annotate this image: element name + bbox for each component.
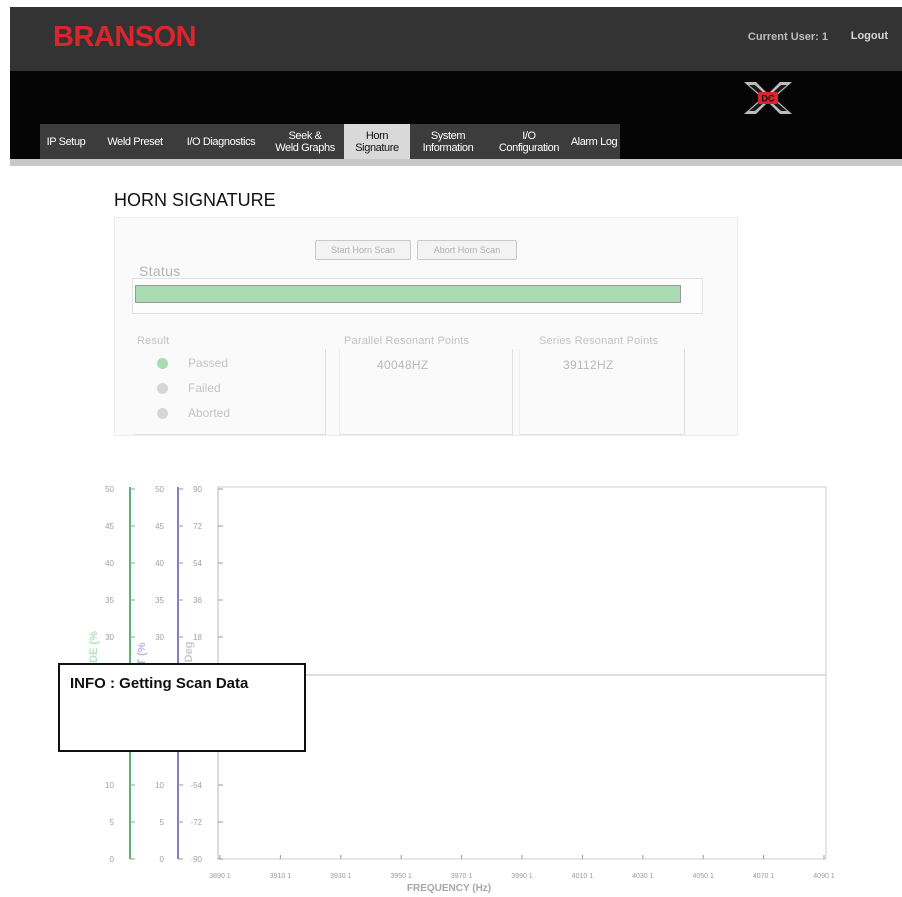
phase-tick-label: -90 — [190, 855, 202, 864]
amplitude-tick-label: 40 — [105, 559, 114, 568]
x-tick-label: 3990 1 — [511, 873, 533, 880]
amplitude-tick-label: 50 — [105, 485, 114, 494]
x-tick-label: 4030 1 — [632, 873, 654, 880]
phase-tick-label: 54 — [193, 559, 202, 568]
phase-tick-label: 36 — [193, 596, 202, 605]
amplitude-tick-label: 35 — [105, 596, 114, 605]
current-tick-label: 50 — [155, 485, 164, 494]
current-tick-label: 45 — [155, 522, 164, 531]
amplitude-tick-label: 30 — [105, 633, 114, 642]
amplitude-tick-label: 45 — [105, 522, 114, 531]
phase-tick-label: 90 — [193, 485, 202, 494]
current-tick-label: 0 — [160, 855, 165, 864]
amplitude-tick-label: 0 — [110, 855, 115, 864]
current-tick-label: 10 — [155, 781, 164, 790]
x-tick-label: 4090 1 — [813, 873, 835, 880]
amplitude-tick-label: 10 — [105, 781, 114, 790]
info-dialog: INFO : Getting Scan Data — [58, 663, 306, 752]
x-tick-label: 3910 1 — [270, 873, 292, 880]
current-tick-label: 5 — [160, 818, 165, 827]
x-tick-label: 3890 1 — [209, 873, 231, 880]
current-tick-label: 30 — [155, 633, 164, 642]
plot-area — [217, 486, 827, 860]
x-tick-label: 4050 1 — [692, 873, 714, 880]
x-tick-label: 3970 1 — [451, 873, 473, 880]
current-tick-label: 35 — [155, 596, 164, 605]
phase-tick-label: 72 — [193, 522, 202, 531]
phase-tick-label: 18 — [193, 633, 202, 642]
amplitude-tick-label: 5 — [110, 818, 115, 827]
info-message: INFO : Getting Scan Data — [70, 675, 249, 692]
phase-axis-title: Deg — [183, 642, 195, 663]
phase-tick-label: -54 — [190, 781, 202, 790]
horn-signature-chart: 5045403530105050454035302510509072543618… — [88, 485, 835, 894]
x-tick-label: 3930 1 — [330, 873, 352, 880]
current-tick-label: 40 — [155, 559, 164, 568]
phase-tick-label: -72 — [190, 818, 202, 827]
x-tick-label: 4010 1 — [572, 873, 594, 880]
x-tick-label: 4070 1 — [753, 873, 775, 880]
x-tick-label: 3950 1 — [390, 873, 412, 880]
x-axis-title: FREQUENCY (Hz) — [407, 883, 491, 894]
